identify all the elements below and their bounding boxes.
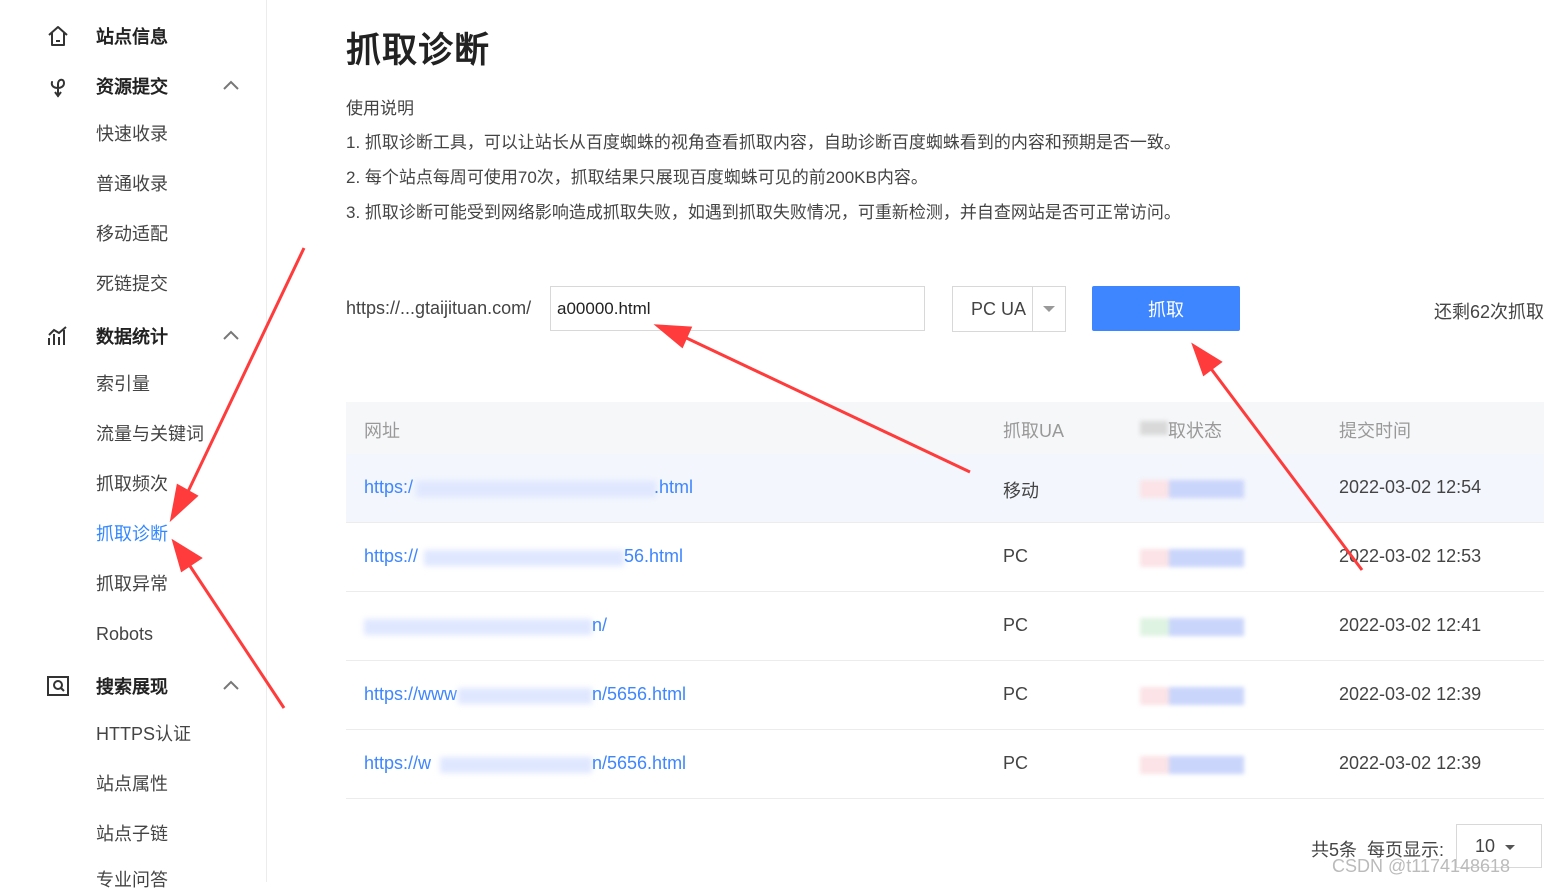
- row-ua: PC: [1003, 684, 1029, 704]
- sidebar-item-crawl-diagnosis[interactable]: 抓取诊断: [96, 522, 168, 546]
- redacted-block: [440, 757, 592, 773]
- path-input[interactable]: [550, 286, 925, 331]
- row-url-end[interactable]: 56.html: [624, 546, 683, 567]
- watermark: CSDN @t1174148618: [1332, 856, 1511, 876]
- fetch-button[interactable]: 抓取: [1092, 286, 1240, 331]
- sidebar-group-data-stats[interactable]: 数据统计: [0, 316, 266, 356]
- sidebar-group-search-display[interactable]: 搜索展现: [0, 666, 266, 706]
- stats-icon: [44, 322, 72, 350]
- sidebar-item-robots[interactable]: Robots: [96, 622, 153, 646]
- row-url-end[interactable]: .html: [654, 477, 693, 498]
- ua-select[interactable]: PC UA: [952, 286, 1066, 332]
- row-ua: PC: [1003, 615, 1029, 635]
- results-table: 网址 抓取UA 取状态 提交时间 https:/ .html 移动 2022-0…: [346, 402, 1544, 799]
- sidebar-group-resource-submit[interactable]: 资源提交: [0, 66, 266, 106]
- sidebar-group-label: 资源提交: [96, 77, 168, 97]
- table-header: 网址 抓取UA 取状态 提交时间: [346, 402, 1544, 454]
- sidebar-item-crawl-frequency[interactable]: 抓取频次: [96, 472, 168, 496]
- sidebar-item-normal-index[interactable]: 普通收录: [96, 172, 168, 196]
- row-ua: PC: [1003, 753, 1029, 773]
- redacted-status: [1140, 687, 1244, 705]
- sidebar-group-label: 站点信息: [96, 27, 168, 47]
- row-url-start[interactable]: https://www: [364, 684, 457, 705]
- sidebar-item-traffic-keywords[interactable]: 流量与关键词: [96, 422, 204, 446]
- search-display-icon: [44, 672, 72, 700]
- row-time: 2022-03-02 12:54: [1339, 477, 1482, 497]
- column-header-status: 取状态: [1168, 421, 1222, 441]
- redacted-block: [458, 688, 592, 704]
- redacted-block: [416, 481, 656, 497]
- redacted-block: [1140, 421, 1168, 435]
- sidebar-group-label: 搜索展现: [96, 677, 168, 697]
- table-row: n/ PC 2022-03-02 12:41: [346, 592, 1544, 661]
- ua-selected-value: PC UA: [971, 298, 1027, 319]
- sidebar-item-index-volume[interactable]: 索引量: [96, 372, 150, 396]
- sidebar-item-fast-index[interactable]: 快速收录: [96, 122, 168, 146]
- column-header-time: 提交时间: [1339, 421, 1411, 441]
- chevron-up-icon[interactable]: [220, 325, 242, 347]
- redacted-status: [1140, 756, 1244, 774]
- table-row: https:// 56.html PC 2022-03-02 12:53: [346, 523, 1544, 592]
- column-header-ua: 抓取UA: [1003, 421, 1065, 441]
- row-ua: 移动: [1003, 481, 1039, 501]
- row-time: 2022-03-02 12:39: [1339, 753, 1482, 773]
- home-icon: [44, 22, 72, 50]
- usage-line: 3. 抓取诊断可能受到网络影响造成抓取失败，如遇到抓取失败情况，可重新检测，并自…: [346, 203, 1181, 222]
- table-row: https:/ .html 移动 2022-03-02 12:54: [346, 454, 1544, 523]
- dropdown-caret-icon[interactable]: [1032, 287, 1065, 331]
- row-time: 2022-03-02 12:53: [1339, 546, 1482, 566]
- page-title: 抓取诊断: [346, 31, 491, 70]
- sidebar: 站点信息 资源提交 快速收录 普通收录 移动适配 死链提交 数据统计 索引量 流…: [0, 0, 267, 890]
- row-ua: PC: [1003, 546, 1029, 566]
- row-url-start[interactable]: https:/: [364, 477, 413, 498]
- redacted-block: [364, 619, 592, 635]
- row-time: 2022-03-02 12:41: [1339, 615, 1482, 635]
- row-url-end[interactable]: n/: [592, 615, 607, 636]
- row-url-end[interactable]: n/5656.html: [592, 684, 686, 705]
- sidebar-item-site-attributes[interactable]: 站点属性: [96, 772, 168, 796]
- sidebar-group-site-info[interactable]: 站点信息: [0, 16, 266, 56]
- remaining-count: 还剩62次抓取: [1434, 302, 1544, 322]
- sidebar-group-label: 数据统计: [96, 327, 168, 347]
- row-url-end[interactable]: n/5656.html: [592, 753, 686, 774]
- redacted-status: [1140, 480, 1244, 498]
- sidebar-item-pro-qa[interactable]: 专业问答: [96, 868, 168, 892]
- caret-down-icon: [1505, 845, 1515, 850]
- page-size-value: 10: [1475, 836, 1496, 856]
- redacted-status: [1140, 549, 1244, 567]
- usage-title: 使用说明: [346, 99, 414, 118]
- chevron-up-icon[interactable]: [220, 675, 242, 697]
- sidebar-item-mobile-adapt[interactable]: 移动适配: [96, 222, 168, 246]
- annotation-arrowhead: [1191, 342, 1223, 377]
- usage-line: 2. 每个站点每周可使用70次，抓取结果只展现百度蜘蛛可见的前200KB内容。: [346, 168, 928, 187]
- row-url-start[interactable]: https://: [364, 546, 418, 567]
- table-row: https://www n/5656.html PC 2022-03-02 12…: [346, 661, 1544, 730]
- redacted-block: [424, 550, 624, 566]
- submit-icon: [44, 72, 72, 100]
- sidebar-item-https[interactable]: HTTPS认证: [96, 722, 191, 746]
- sidebar-item-site-sublinks[interactable]: 站点子链: [96, 822, 168, 846]
- site-url-prefix: https://...gtaijituan.com/: [346, 298, 532, 318]
- row-url-start[interactable]: https://w: [364, 753, 431, 774]
- row-time: 2022-03-02 12:39: [1339, 684, 1482, 704]
- table-row: https://w n/5656.html PC 2022-03-02 12:3…: [346, 730, 1544, 799]
- sidebar-item-dead-link[interactable]: 死链提交: [96, 272, 168, 296]
- sidebar-item-crawl-errors[interactable]: 抓取异常: [96, 572, 168, 596]
- chevron-up-icon[interactable]: [220, 75, 242, 97]
- column-header-url: 网址: [364, 421, 400, 441]
- redacted-status: [1140, 618, 1244, 636]
- usage-line: 1. 抓取诊断工具，可以让站长从百度蜘蛛的视角查看抓取内容，自助诊断百度蜘蛛看到…: [346, 133, 1181, 152]
